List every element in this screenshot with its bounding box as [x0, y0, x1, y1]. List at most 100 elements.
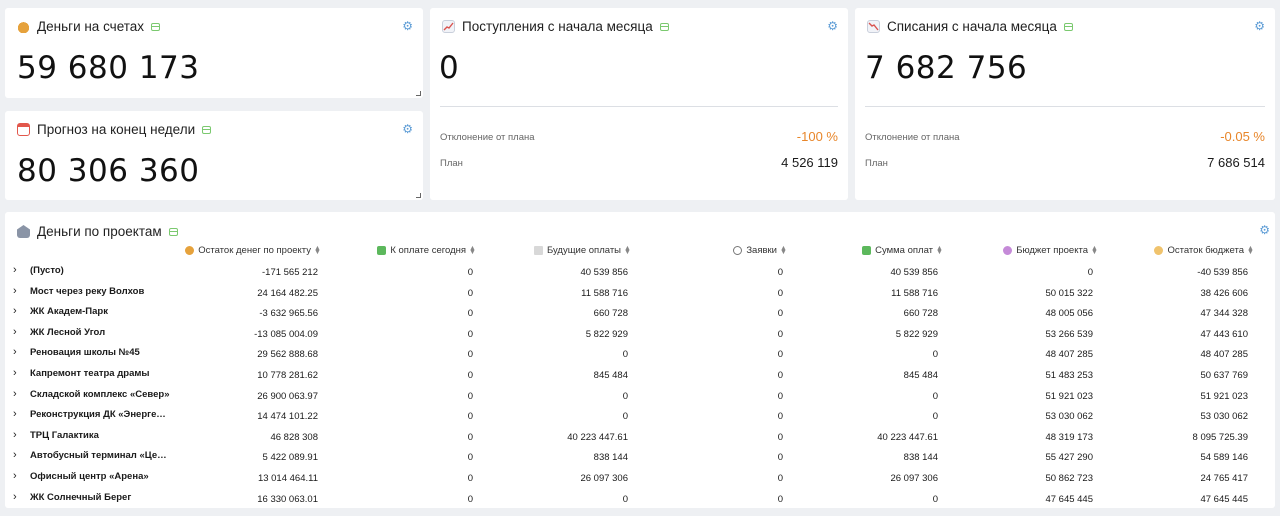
palette-icon [1003, 246, 1013, 255]
chevron-right-icon[interactable]: › [13, 388, 17, 400]
cell: 0 [622, 349, 628, 361]
table-row[interactable]: › ТРЦ Галактика 46 828 308 0 40 223 447.… [8, 427, 1253, 447]
cell: -3 632 965.56 [259, 308, 318, 320]
sort-icon[interactable]: ▲ ▼ [780, 245, 787, 256]
sort-icon[interactable]: ▲ ▼ [469, 245, 476, 256]
sort-icon[interactable]: ▲ ▼ [624, 245, 631, 256]
column-header[interactable]: Будущие оплаты ▲ ▼ [490, 245, 631, 256]
cell: 50 637 769 [1200, 370, 1248, 381]
column-header[interactable]: Остаток бюджета ▲ ▼ [1130, 245, 1254, 256]
cell: 838 144 [903, 452, 938, 464]
column-header[interactable]: Остаток денег по проекту ▲ ▼ [170, 245, 321, 256]
cell: 47 645 445 [1200, 493, 1248, 502]
cell: 0 [777, 287, 783, 299]
sort-icon[interactable]: ▲ ▼ [1247, 245, 1254, 256]
chevron-right-icon[interactable]: › [13, 326, 17, 338]
gear-icon[interactable]: ⚙ [1259, 224, 1270, 236]
forecast-card: Прогноз на конец недели ⚙ 80 306 360 [5, 111, 423, 200]
chevron-right-icon[interactable]: › [13, 470, 17, 482]
project-name: ЖК Лесной Угол [30, 326, 106, 338]
table-row[interactable]: › Реновация школы №45 29 562 888.68 0 0 … [8, 344, 1253, 364]
cell: 0 [777, 390, 783, 402]
cell: 0 [777, 267, 783, 278]
cell: 0 [932, 411, 938, 423]
table-row[interactable]: › Реконструкция ДК «Энергет… 14 474 101.… [8, 406, 1253, 426]
card-badge-icon[interactable] [1063, 22, 1073, 31]
cell: 47 645 445 [1045, 493, 1093, 502]
table-row[interactable]: › ЖК Лесной Угол -13 085 004.09 0 5 822 … [8, 324, 1253, 344]
forecast-value: 80 306 360 [17, 153, 200, 189]
income-value: 0 [439, 50, 460, 86]
cell: -13 085 004.09 [254, 328, 318, 340]
deviation-value: -0.05 % [1220, 129, 1265, 144]
gear-icon[interactable]: ⚙ [827, 20, 838, 32]
chevron-right-icon[interactable]: › [13, 264, 17, 276]
project-name: Мост через реку Волхов [30, 285, 145, 297]
project-name: Офисный центр «Арена» [30, 471, 149, 482]
cell: 26 900 063.97 [257, 390, 318, 402]
project-name: Капремонт театра драмы [30, 368, 150, 379]
column-header[interactable]: Бюджет проекта ▲ ▼ [975, 245, 1098, 256]
column-header[interactable]: Сумма оплат ▲ ▼ [820, 245, 943, 256]
card-badge-icon[interactable] [202, 125, 212, 134]
cell: 0 [777, 349, 783, 361]
card-badge-icon[interactable] [168, 227, 178, 236]
cell: 0 [467, 267, 473, 278]
chevron-right-icon[interactable]: › [13, 408, 17, 420]
coin-icon [1154, 246, 1164, 255]
column-header-label: Остаток бюджета [1167, 245, 1244, 256]
card-badge-icon[interactable] [151, 22, 161, 31]
cell: 5 822 929 [895, 328, 938, 340]
cell: 0 [777, 308, 783, 320]
cell: 40 539 856 [890, 267, 938, 278]
cell: 24 765 417 [1200, 473, 1248, 484]
column-header[interactable]: К оплате сегодня ▲ ▼ [340, 245, 476, 256]
cell: 0 [622, 390, 628, 402]
table-row[interactable]: › Автобусный терминал «Цент… 5 422 089.9… [8, 447, 1253, 467]
chevron-right-icon[interactable]: › [13, 285, 17, 297]
table-row[interactable]: › Офисный центр «Арена» 13 014 464.11 0 … [8, 468, 1253, 488]
cell: 38 426 606 [1200, 287, 1248, 299]
cell: 48 005 056 [1045, 308, 1093, 320]
resize-handle[interactable] [416, 91, 421, 96]
project-name: ТРЦ Галактика [30, 429, 99, 441]
chevron-right-icon[interactable]: › [13, 449, 17, 461]
chart-down-icon [867, 20, 880, 33]
table-row[interactable]: › ЖК Академ-Парк -3 632 965.56 0 660 728… [8, 303, 1253, 323]
chevron-right-icon[interactable]: › [13, 346, 17, 358]
column-header[interactable]: Заявки ▲ ▼ [680, 245, 787, 256]
cell: 40 223 447.61 [877, 431, 938, 443]
table-row[interactable]: › ЖК Солнечный Берег 16 330 063.01 0 0 0… [8, 489, 1253, 502]
gear-icon[interactable]: ⚙ [1254, 20, 1265, 32]
table-row[interactable]: › Складской комплекс «Север» 26 900 063.… [8, 386, 1253, 406]
cell: 5 822 929 [585, 328, 628, 340]
project-name: Автобусный терминал «Цент… [30, 450, 170, 462]
balance-card: Деньги на счетах ⚙ 59 680 173 [5, 8, 423, 98]
table-row[interactable]: › Мост через реку Волхов 24 164 482.25 0… [8, 283, 1253, 303]
divider [865, 106, 1265, 107]
card-badge-icon[interactable] [659, 22, 669, 31]
project-name: ЖК Солнечный Берег [30, 491, 132, 502]
chevron-right-icon[interactable]: › [13, 429, 17, 441]
table-row[interactable]: › Капремонт театра драмы 10 778 281.62 0… [8, 365, 1253, 385]
sort-icon[interactable]: ▲ ▼ [1091, 245, 1098, 256]
resize-handle[interactable] [416, 193, 421, 198]
cell: 14 474 101.22 [257, 411, 318, 423]
cell: 0 [932, 349, 938, 361]
cell: 0 [932, 390, 938, 402]
table-row[interactable]: › (Пусто) -171 565 212 0 40 539 856 0 40… [8, 262, 1253, 282]
sort-icon[interactable]: ▲ ▼ [314, 245, 321, 256]
gear-icon[interactable]: ⚙ [402, 20, 413, 32]
balance-value: 59 680 173 [17, 50, 200, 86]
gear-icon[interactable]: ⚙ [402, 123, 413, 135]
cell: 50 862 723 [1045, 473, 1093, 484]
cell: 0 [467, 493, 473, 502]
cell: 29 562 888.68 [257, 349, 318, 361]
chevron-right-icon[interactable]: › [13, 305, 17, 317]
chevron-right-icon[interactable]: › [13, 367, 17, 379]
cell: 845 484 [903, 370, 938, 381]
chevron-right-icon[interactable]: › [13, 491, 17, 502]
sort-icon[interactable]: ▲ ▼ [936, 245, 943, 256]
cell: 0 [777, 493, 783, 502]
plan-label: План [865, 158, 888, 169]
